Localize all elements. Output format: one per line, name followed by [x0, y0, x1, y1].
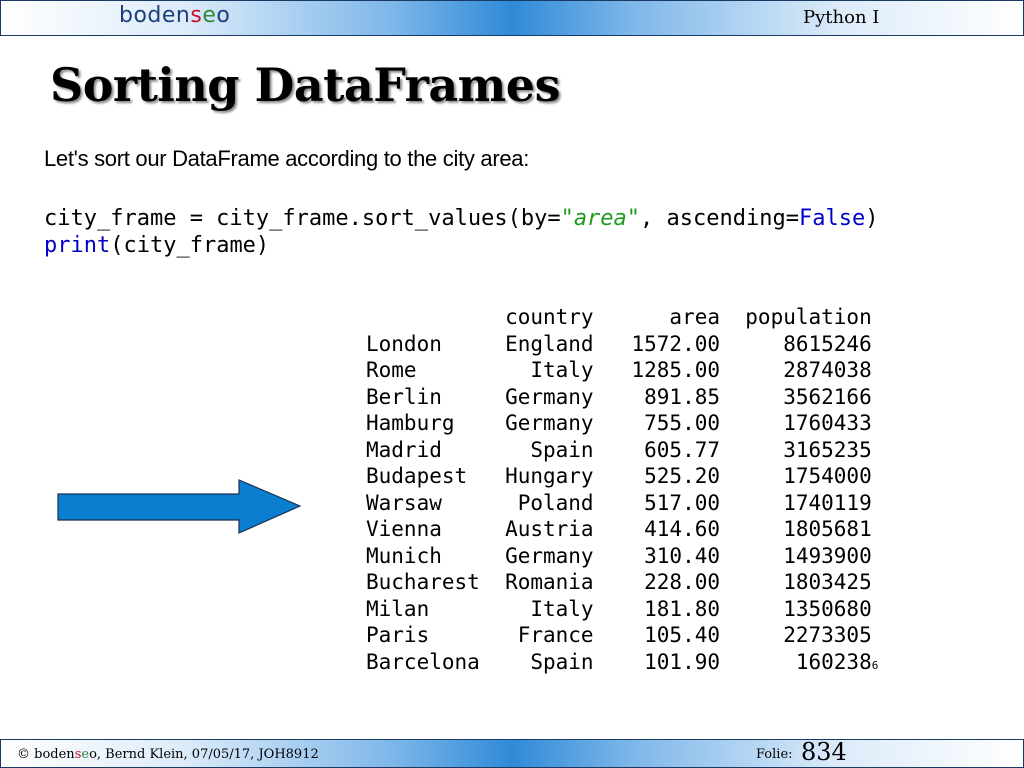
bodenseo-logo: bodenseo	[119, 3, 230, 28]
slide-intro-text: Let's sort our DataFrame according to th…	[44, 146, 530, 171]
dataframe-row: London England 1572.00 8615246	[366, 331, 872, 356]
code-text: , ascending=	[640, 206, 799, 231]
code-text: city_frame = city_frame.sort_values(by=	[44, 206, 561, 231]
logo-text-part: e	[202, 3, 217, 28]
dataframe-row: Munich Germany 310.40 1493900	[366, 543, 872, 568]
code-keyword: False	[799, 206, 866, 231]
dataframe-row: Madrid Spain 605.77 3165235	[366, 437, 872, 462]
trailing-digit: 6	[871, 658, 879, 672]
footer-slide-number: 834	[801, 738, 847, 766]
dataframe-row: Rome Italy 1285.00 2874038	[366, 358, 872, 382]
code-block: city_frame = city_frame.sort_values(by="…	[44, 205, 878, 259]
code-text: (city_frame)	[110, 233, 270, 258]
dataframe-row: Berlin Germany 891.85 3562166	[366, 384, 872, 409]
code-text: )	[865, 206, 879, 231]
dataframe-row: Budapest Hungary 525.20 1754000	[366, 464, 872, 488]
logo-text-part: boden	[119, 3, 191, 28]
dataframe-row: Barcelona Spain 101.90 160238	[366, 649, 872, 674]
logo-text-part: o	[216, 3, 231, 28]
header-bar: bodenseo Python I	[0, 0, 1024, 36]
dataframe-header: country area population	[505, 305, 872, 329]
code-keyword: print	[44, 233, 111, 258]
dataframe-output: country area population London England 1…	[366, 304, 878, 679]
dataframe-row: Milan Italy 181.80 1350680	[366, 596, 872, 621]
logo-text-part: s	[190, 3, 203, 28]
course-title: Python I	[803, 7, 880, 28]
dataframe-row: Vienna Austria 414.60 1805681	[366, 517, 872, 541]
right-arrow-icon	[57, 479, 302, 534]
footer-folie-label: Folie:	[756, 747, 793, 762]
footer-bar: © bodenseo, Bernd Klein, 07/05/17, JOH89…	[0, 738, 1024, 768]
code-string: "area"	[560, 206, 641, 231]
slide-title: Sorting DataFrames	[50, 58, 560, 112]
dataframe-row: Warsaw Poland 517.00 1740119	[366, 490, 872, 515]
dataframe-row: Bucharest Romania 228.00 1803425	[366, 570, 872, 594]
dataframe-row: Hamburg Germany 755.00 1760433	[366, 411, 872, 435]
footer-copyright: © bodenseo, Bernd Klein, 07/05/17, JOH89…	[17, 747, 319, 762]
dataframe-row: Paris France 105.40 2273305	[366, 623, 872, 647]
